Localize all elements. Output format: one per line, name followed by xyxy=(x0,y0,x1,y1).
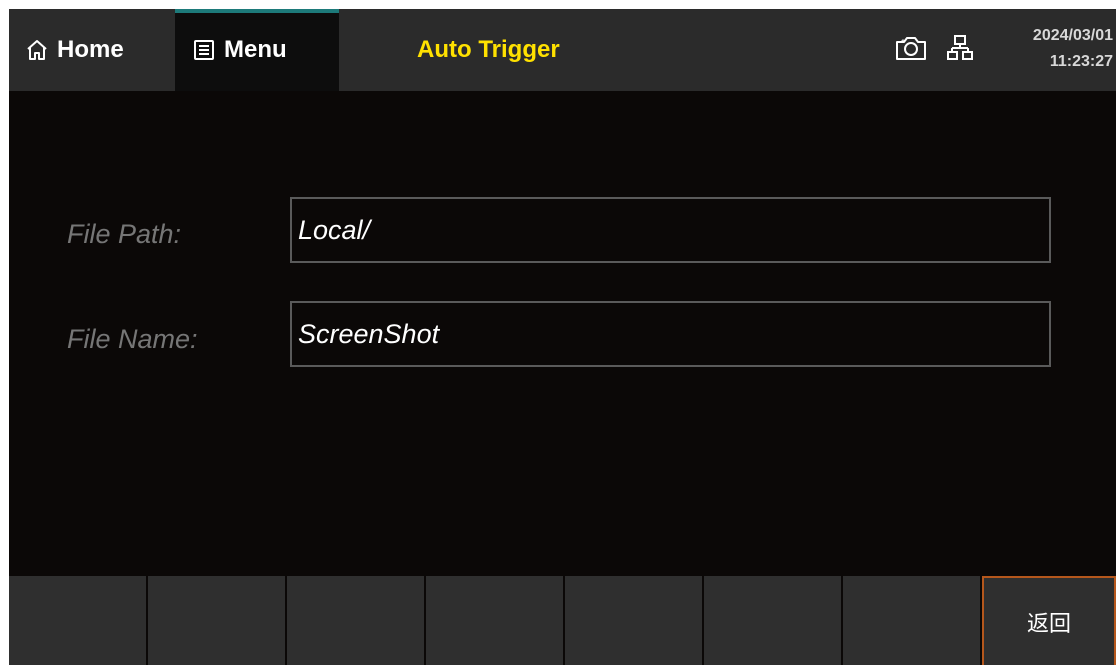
softkey-4[interactable] xyxy=(426,576,563,665)
camera-icon[interactable] xyxy=(894,33,928,63)
softkey-1[interactable] xyxy=(9,576,146,665)
softkey-6[interactable] xyxy=(704,576,841,665)
file-path-field[interactable]: Local/ xyxy=(290,197,1051,263)
file-path-label: File Path: xyxy=(67,219,182,249)
network-icon xyxy=(946,33,974,63)
clock: 2024/03/01 11:23:27 xyxy=(991,23,1113,75)
softkey-3[interactable] xyxy=(287,576,424,665)
top-bar: Home Menu Auto Trigger 2024/03/01 11:23:… xyxy=(9,9,1116,91)
file-name-label: File Name: xyxy=(67,324,198,354)
home-label: Home xyxy=(57,36,124,63)
menu-active-indicator xyxy=(175,9,339,13)
home-button[interactable]: Home xyxy=(9,9,175,91)
home-icon xyxy=(25,38,49,62)
page-title: Auto Trigger xyxy=(417,36,560,63)
softkey-7[interactable] xyxy=(843,576,980,665)
back-button[interactable]: 返回 xyxy=(982,576,1116,665)
menu-button[interactable]: Menu xyxy=(175,9,339,91)
menu-label: Menu xyxy=(224,36,287,63)
softkey-2[interactable] xyxy=(148,576,285,665)
softkey-5[interactable] xyxy=(565,576,702,665)
softkey-bar: 返回 xyxy=(9,576,1116,665)
instrument-screen: Home Menu Auto Trigger 2024/03/01 11:23:… xyxy=(9,9,1116,665)
clock-date: 2024/03/01 xyxy=(1032,27,1113,44)
clock-time: 11:23:27 xyxy=(1049,53,1113,70)
menu-list-icon xyxy=(192,38,216,62)
file-name-field[interactable]: ScreenShot xyxy=(290,301,1051,367)
